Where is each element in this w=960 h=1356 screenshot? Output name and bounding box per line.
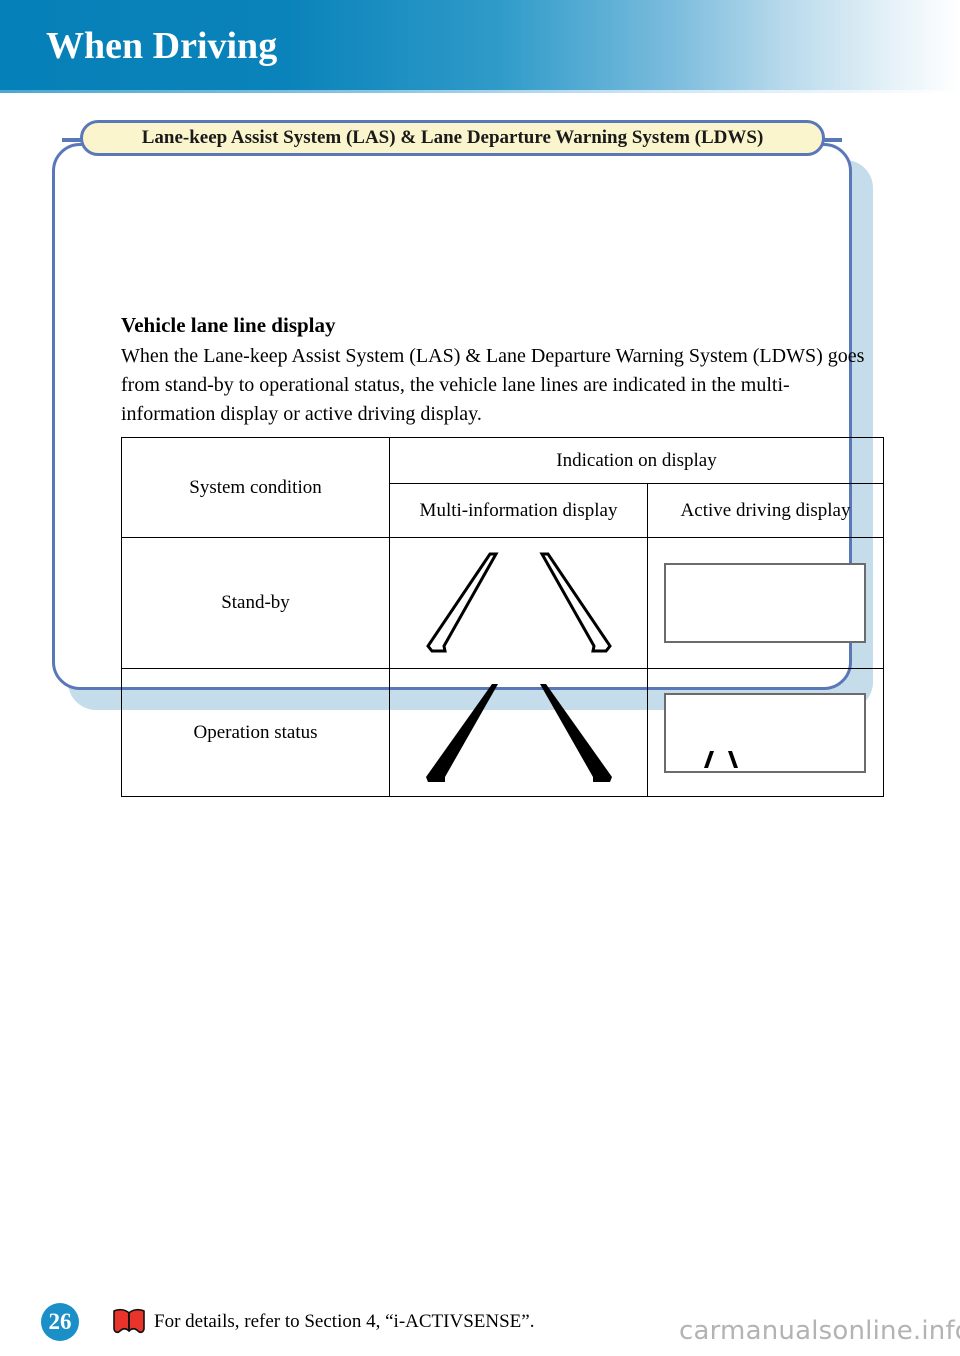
right-lane-line-solid [539,683,612,782]
cell-standby-multi-information-display [389,537,648,669]
watermark-label: carmanualsonline.info [679,1316,960,1346]
section-title-pill: Lane-keep Assist System (LAS) & Lane Dep… [80,120,825,156]
footer-note-text: For details, refer to Section 4, “i-ACTI… [154,1311,535,1332]
right-lane-line-outline [538,552,612,653]
open-book-icon [112,1308,146,1334]
cell-operation-multi-information-display [389,668,648,797]
left-lane-line-outline [425,552,499,653]
empty-display-rectangle-svg [663,563,866,643]
header-system-condition: System condition [121,437,390,538]
page-header-underline [0,90,960,93]
cell-standby-active-driving-display [646,537,885,669]
header-multi-information-display: Multi-information display [389,483,648,538]
page-title: When Driving [46,25,278,67]
lane-lines-solid-icon [390,680,647,786]
empty-display-rectangle-icon [648,550,883,656]
lane-lines-outline-icon [390,550,647,656]
left-lane-line-solid [425,683,498,782]
table-row: Operation status [121,668,885,797]
open-book-icon-svg [113,1308,145,1334]
display-rectangle-with-lane-marks-svg [663,692,866,773]
page-number-badge: 26 [41,1303,79,1341]
lane-lines-outline-svg [425,552,612,653]
row-label-stand-by: Stand-by [121,537,390,669]
content-card: Vehicle lane line display When the Lane-… [52,143,885,797]
section-title-label: Lane-keep Assist System (LAS) & Lane Dep… [141,127,764,148]
display-frame [663,563,866,643]
content-subheading: Vehicle lane line display [121,313,336,337]
header-active-driving-display: Active driving display [646,483,885,538]
display-frame [663,692,866,773]
display-rectangle-with-lane-marks-icon [648,680,883,786]
book-right-page [128,1308,145,1334]
book-left-page [113,1308,130,1334]
content-paragraph: When the Lane-keep Assist System (LAS) &… [121,345,865,425]
header-indication-on-display: Indication on display [388,437,885,484]
lane-lines-solid-svg [425,683,612,782]
row-label-operation-status: Operation status [121,668,390,797]
table-row: Stand-by [121,537,885,669]
lane-display-table: System condition Indication on display M… [121,437,885,797]
table-header-row-group: System condition Indication on display [121,437,885,538]
cell-operation-active-driving-display [646,668,885,797]
